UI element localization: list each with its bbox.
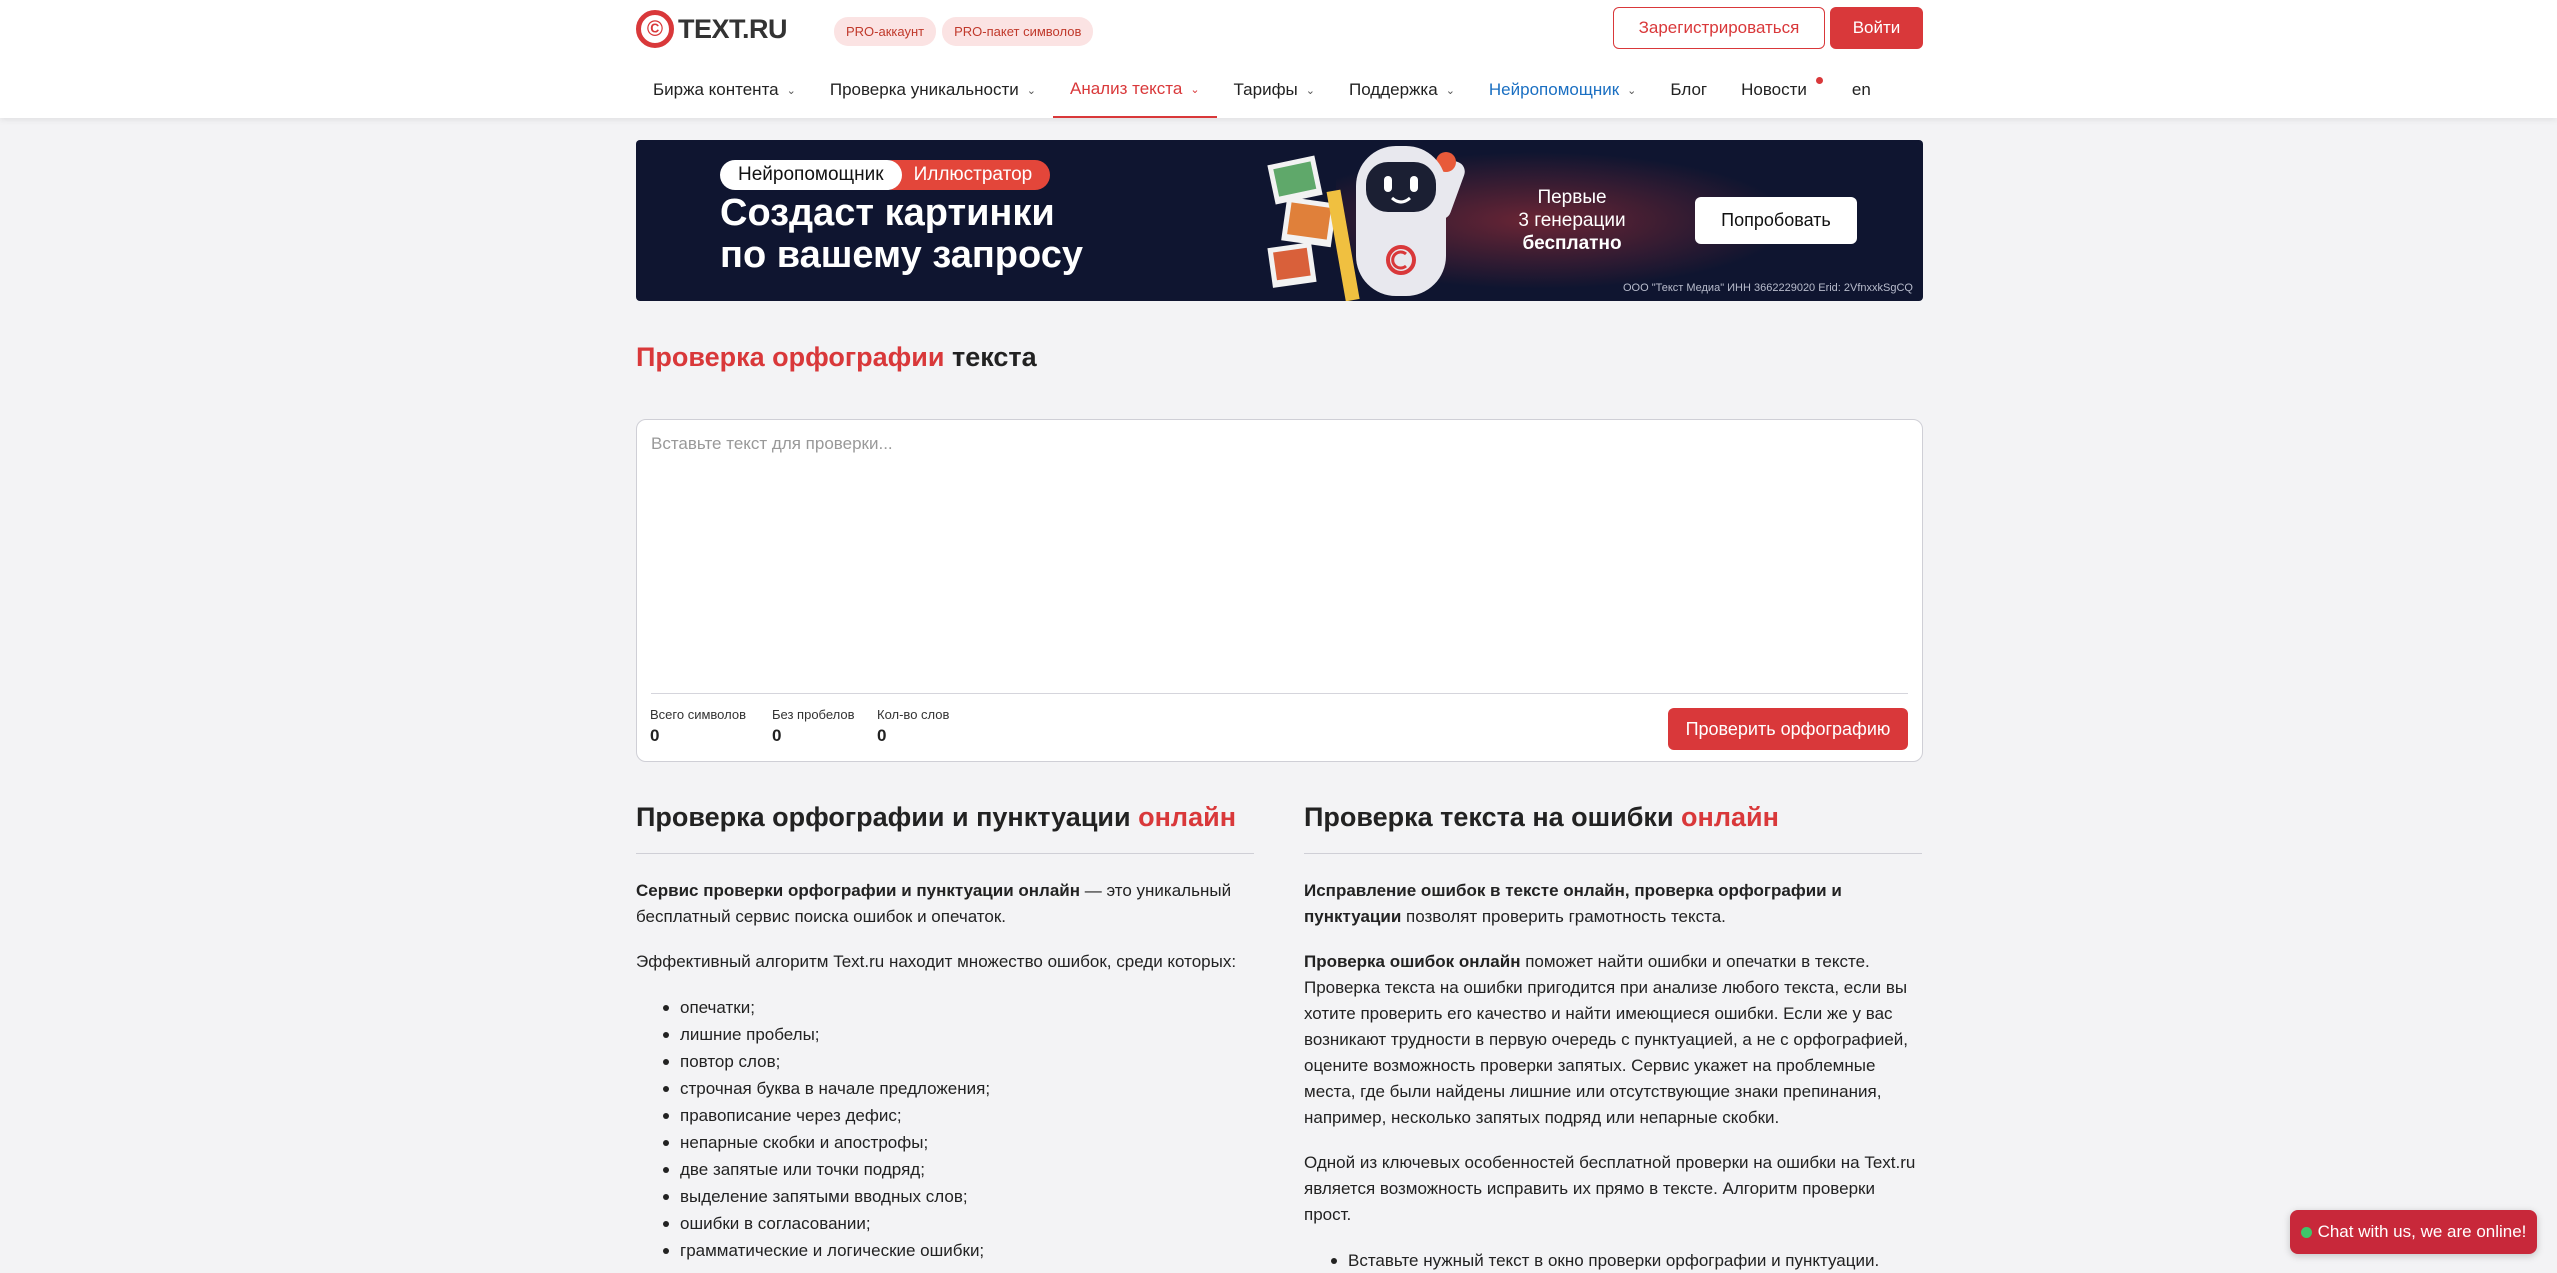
chevron-down-icon: ⌄: [1445, 84, 1455, 97]
page-title-rest: текста: [944, 342, 1037, 372]
paragraph: Эффективный алгоритм Text.ru находит мно…: [636, 952, 1237, 971]
list-item: правописание через дефис;: [663, 1102, 1254, 1129]
paragraph-text: позволят проверить грамотность текста.: [1401, 907, 1726, 926]
online-status-icon: [2300, 1226, 2312, 1238]
list-item: ошибки в согласовании;: [663, 1210, 1254, 1237]
stat-label: Кол-во слов: [877, 707, 950, 722]
stat-value: 0: [772, 726, 782, 745]
banner-tag-neuro: Нейропомощник: [720, 160, 902, 190]
nav-item-text-analysis[interactable]: Анализ текста ⌄: [1052, 62, 1217, 118]
paragraph-bold: Проверка ошибок онлайн: [1304, 952, 1521, 971]
stat-total-chars: Всего символов 0: [650, 707, 746, 746]
error-types-list: опечатки; лишние пробелы; повтор слов; с…: [636, 994, 1254, 1264]
list-item: лишние пробелы;: [663, 1021, 1254, 1048]
banner-offer-line3: бесплатно: [1522, 233, 1622, 254]
heading-text: Проверка текста на ошибки: [1304, 802, 1682, 832]
list-item: две запятые или точки подряд;: [663, 1156, 1254, 1183]
divider: [651, 693, 1908, 694]
nav-item-neuro-assistant[interactable]: Нейропомощник ⌄: [1472, 62, 1653, 118]
list-item: непарные скобки и апострофы;: [663, 1129, 1254, 1156]
list-item: выделение запятыми вводных слов;: [663, 1183, 1254, 1210]
register-button[interactable]: Зарегистрироваться: [1613, 7, 1825, 49]
site-logo[interactable]: © TEXT.RU: [636, 10, 788, 48]
logo-text: TEXT.RU: [678, 13, 788, 44]
pro-account-badge[interactable]: PRO-аккаунт: [834, 17, 937, 46]
heading-highlight: онлайн: [1138, 802, 1236, 832]
paragraph: Исправление ошибок в тексте онлайн, пров…: [1304, 878, 1922, 930]
chat-widget-button[interactable]: Chat with us, we are online!: [2290, 1210, 2537, 1254]
paragraph-text: поможет найти ошибки и опечатки в тексте…: [1304, 952, 1909, 1127]
info-column-left: Проверка орфографии и пунктуации онлайн …: [636, 802, 1254, 1264]
nav-item-label: Блог: [1670, 80, 1708, 99]
banner-offer-line1: Первые: [1537, 187, 1607, 208]
section-heading: Проверка орфографии и пунктуации онлайн: [636, 802, 1254, 854]
banner-title-line2: по вашему запросу: [720, 234, 1083, 276]
list-item: грамматические и логические ошибки;: [663, 1237, 1254, 1264]
banner-try-button[interactable]: Попробовать: [1695, 197, 1857, 244]
chevron-down-icon: ⌄: [1627, 84, 1637, 97]
section-heading: Проверка текста на ошибки онлайн: [1304, 802, 1922, 854]
banner-title-line1: Создаст картинки: [720, 192, 1055, 234]
paragraph: Проверка ошибок онлайн поможет найти оши…: [1304, 949, 1922, 1131]
robot-illustration-icon: [1267, 146, 1465, 301]
chevron-down-icon: ⌄: [1190, 83, 1200, 96]
banner-title: Создаст картинки по вашему запросу: [720, 192, 1083, 276]
nav-item-blog[interactable]: Блог: [1653, 62, 1724, 118]
steps-list: Вставьте нужный текст в окно проверки ор…: [1304, 1247, 1922, 1273]
nav-item-label: Тарифы: [1233, 80, 1298, 99]
page-title-highlight: Проверка орфографии: [636, 342, 945, 372]
chevron-down-icon: ⌄: [1026, 84, 1036, 97]
stat-word-count: Кол-во слов 0: [877, 707, 949, 746]
login-button[interactable]: Войти: [1830, 7, 1923, 49]
stat-value: 0: [650, 726, 660, 745]
nav-item-content-exchange[interactable]: Биржа контента ⌄: [636, 62, 813, 118]
chevron-down-icon: ⌄: [1305, 84, 1315, 97]
page-title: Проверка орфографии текста: [636, 342, 1037, 373]
banner-legal-text: ООО "Текст Медиа" ИНН 3662229020 Erid: 2…: [1622, 282, 1913, 294]
chevron-down-icon: ⌄: [786, 84, 796, 97]
banner-offer-line2: 3 генерации: [1518, 210, 1626, 231]
paragraph-bold: Сервис проверки орфографии и пунктуации …: [636, 881, 1081, 900]
nav-item-label: Новости: [1741, 80, 1807, 99]
list-item: повтор слов;: [663, 1048, 1254, 1075]
chat-label: Chat with us, we are online!: [2317, 1222, 2527, 1241]
language-switch[interactable]: en: [1835, 62, 1888, 118]
nav-item-label: Нейропомощник: [1488, 80, 1620, 99]
banner-tags: Нейропомощник Иллюстратор: [720, 160, 1051, 190]
heading-text: Проверка орфографии и пунктуации: [636, 802, 1139, 832]
pro-badges: PRO-аккаунт PRO-пакет символов: [834, 17, 1094, 46]
heading-highlight: онлайн: [1681, 802, 1779, 832]
nav-item-label: Поддержка: [1349, 80, 1438, 99]
check-spelling-button[interactable]: Проверить орфографию: [1668, 708, 1908, 750]
nav-item-uniqueness-check[interactable]: Проверка уникальности ⌄: [813, 62, 1053, 118]
stat-no-spaces: Без пробелов 0: [772, 707, 855, 746]
stat-value: 0: [877, 726, 887, 745]
stat-label: Без пробелов: [772, 707, 855, 722]
nav-item-label: en: [1851, 80, 1871, 99]
info-column-right: Проверка текста на ошибки онлайн Исправл…: [1304, 802, 1922, 1273]
list-item: опечатки;: [663, 994, 1254, 1021]
spellcheck-panel: Всего символов 0 Без пробелов 0 Кол-во с…: [636, 419, 1923, 762]
promo-banner[interactable]: Нейропомощник Иллюстратор Создаст картин…: [636, 140, 1923, 301]
notification-dot-icon: [1815, 77, 1823, 84]
banner-tag-illustrator: Иллюстратор: [877, 160, 1051, 190]
text-input[interactable]: [651, 434, 1907, 674]
site-header: © TEXT.RU PRO-аккаунт PRO-пакет символов…: [0, 0, 2557, 118]
paragraph: Сервис проверки орфографии и пунктуации …: [636, 878, 1254, 930]
list-item: Вставьте нужный текст в окно проверки ор…: [1331, 1247, 1922, 1273]
paragraph: Одной из ключевых особенностей бесплатно…: [1304, 1153, 1916, 1224]
list-item: строчная буква в начале предложения;: [663, 1075, 1254, 1102]
stat-label: Всего символов: [650, 707, 746, 722]
pro-package-badge[interactable]: PRO-пакет символов: [942, 17, 1094, 46]
banner-offer: Первые 3 генерации бесплатно: [1508, 186, 1636, 255]
nav-item-support[interactable]: Поддержка ⌄: [1332, 62, 1472, 118]
nav-item-label: Анализ текста: [1069, 79, 1183, 98]
nav-item-news[interactable]: Новости: [1724, 62, 1835, 118]
main-nav: Биржа контента ⌄ Проверка уникальности ⌄ А…: [636, 62, 1888, 118]
nav-item-label: Проверка уникальности: [829, 80, 1019, 99]
nav-item-label: Биржа контента: [653, 80, 779, 99]
logo-c-icon: ©: [636, 10, 674, 48]
nav-item-tariffs[interactable]: Тарифы ⌄: [1217, 62, 1332, 118]
